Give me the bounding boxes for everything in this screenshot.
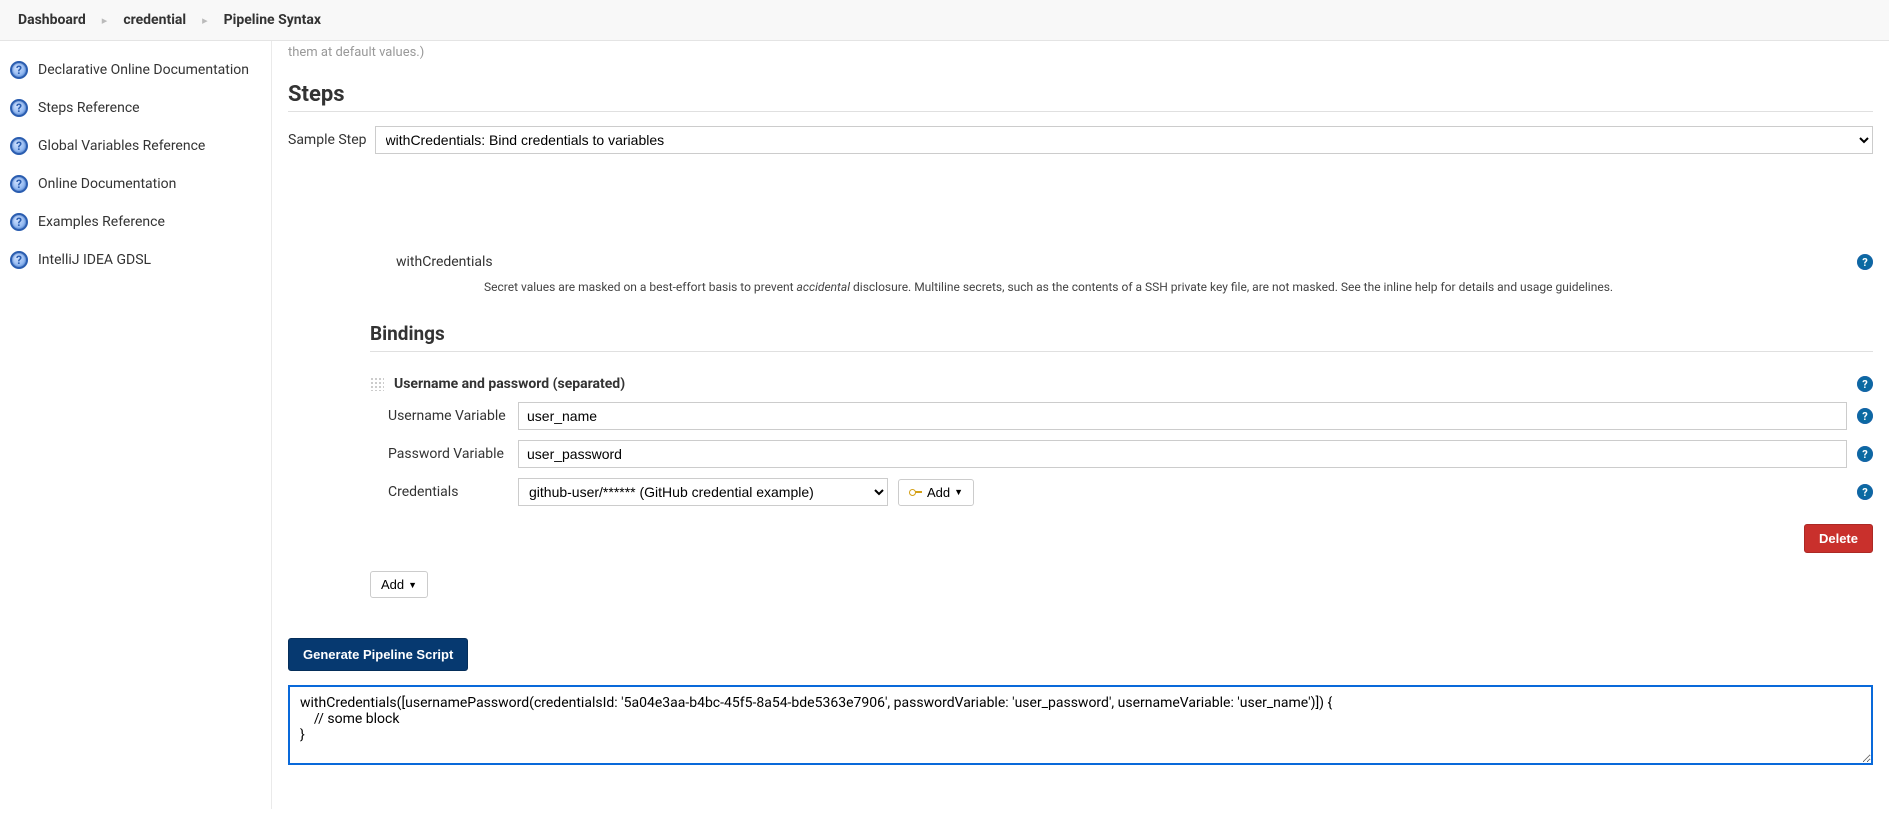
help-icon <box>10 251 28 269</box>
credentials-label: Credentials <box>388 484 508 500</box>
help-icon <box>10 61 28 79</box>
sidebar-item-declarative-docs[interactable]: Declarative Online Documentation <box>0 51 271 89</box>
help-icon[interactable] <box>1857 376 1873 392</box>
breadcrumb-pipeline-syntax[interactable]: Pipeline Syntax <box>216 8 329 32</box>
sidebar-item-label: Steps Reference <box>38 100 140 116</box>
steps-heading: Steps <box>288 82 1873 112</box>
help-icon <box>10 137 28 155</box>
chevron-right-icon: ▸ <box>198 14 212 27</box>
sidebar-item-steps-reference[interactable]: Steps Reference <box>0 89 271 127</box>
add-credential-button[interactable]: Add ▼ <box>898 479 974 506</box>
sidebar-item-label: Online Documentation <box>38 176 176 192</box>
generate-pipeline-script-button[interactable]: Generate Pipeline Script <box>288 638 468 671</box>
sidebar-item-label: Declarative Online Documentation <box>38 62 249 78</box>
sidebar-item-global-vars[interactable]: Global Variables Reference <box>0 127 271 165</box>
key-icon <box>909 488 923 496</box>
help-icon <box>10 175 28 193</box>
sidebar-item-label: Examples Reference <box>38 214 165 230</box>
sample-step-label: Sample Step <box>288 132 367 148</box>
drag-handle-icon[interactable] <box>370 377 384 391</box>
username-variable-label: Username Variable <box>388 408 508 424</box>
main-content: them at default values.) Steps Sample St… <box>272 41 1889 809</box>
help-icon[interactable] <box>1857 446 1873 462</box>
sidebar-item-label: IntelliJ IDEA GDSL <box>38 252 151 268</box>
password-variable-input[interactable] <box>518 440 1847 468</box>
truncated-help-text: them at default values.) <box>288 41 1873 64</box>
delete-binding-button[interactable]: Delete <box>1804 524 1873 553</box>
sample-step-select[interactable]: withCredentials: Bind credentials to var… <box>375 126 1873 154</box>
sidebar-item-online-docs[interactable]: Online Documentation <box>0 165 271 203</box>
chevron-right-icon: ▸ <box>98 14 112 27</box>
pipeline-script-output[interactable] <box>288 685 1873 765</box>
step-name: withCredentials <box>396 254 493 270</box>
bindings-heading: Bindings <box>370 322 1873 352</box>
caret-down-icon: ▼ <box>408 580 417 590</box>
breadcrumb: Dashboard ▸ credential ▸ Pipeline Syntax <box>0 0 1889 41</box>
help-icon[interactable] <box>1857 408 1873 424</box>
breadcrumb-dashboard[interactable]: Dashboard <box>10 8 94 32</box>
binding-card: Username and password (separated) Userna… <box>370 376 1873 553</box>
help-icon[interactable] <box>1857 254 1873 270</box>
caret-down-icon: ▼ <box>954 487 963 497</box>
help-icon <box>10 213 28 231</box>
username-variable-input[interactable] <box>518 402 1847 430</box>
sidebar-item-intellij-gdsl[interactable]: IntelliJ IDEA GDSL <box>0 241 271 279</box>
add-binding-button[interactable]: Add ▼ <box>370 571 428 598</box>
breadcrumb-credential[interactable]: credential <box>115 8 194 32</box>
binding-title: Username and password (separated) <box>394 376 625 392</box>
credentials-select[interactable]: github-user/****** (GitHub credential ex… <box>518 478 888 506</box>
help-icon[interactable] <box>1857 484 1873 500</box>
password-variable-label: Password Variable <box>388 446 508 462</box>
sidebar: Declarative Online Documentation Steps R… <box>0 41 272 809</box>
step-note: Secret values are masked on a best-effor… <box>484 280 1873 294</box>
sidebar-item-examples[interactable]: Examples Reference <box>0 203 271 241</box>
help-icon <box>10 99 28 117</box>
sidebar-item-label: Global Variables Reference <box>38 138 205 154</box>
